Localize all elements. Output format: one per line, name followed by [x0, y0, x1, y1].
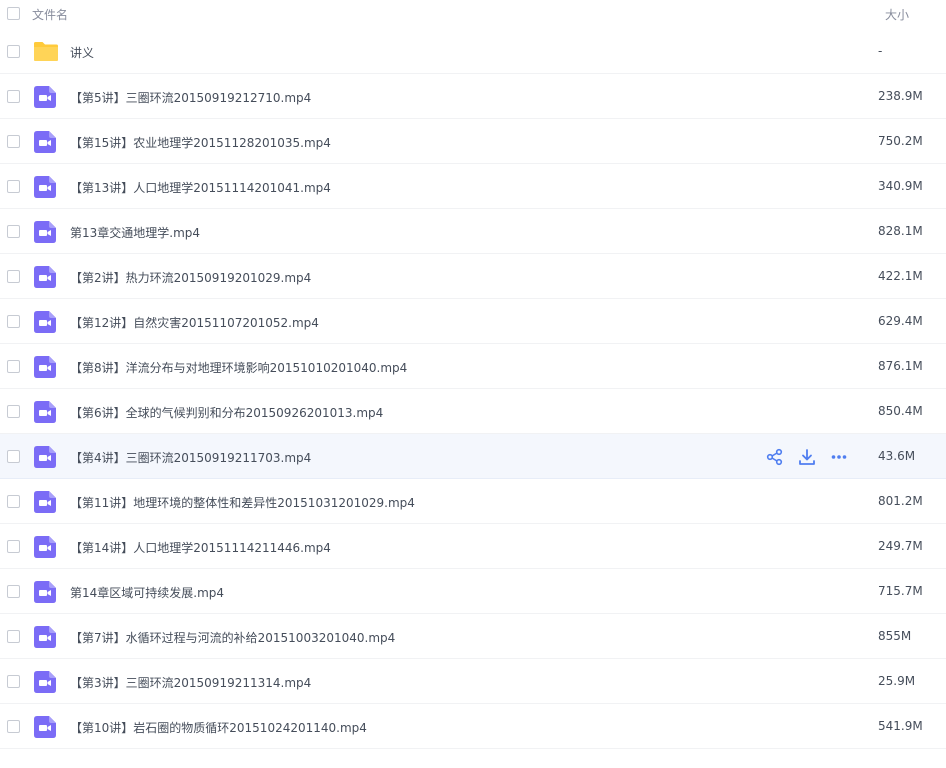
file-row[interactable]: 【第6讲】全球的气候判别和分布20150926201013.mp4 850.4M: [0, 389, 946, 434]
video-file-icon: [34, 131, 58, 153]
file-row[interactable]: 【第8讲】洋流分布与对地理环境影响20151010201040.mp4 876.1…: [0, 344, 946, 389]
row-checkbox[interactable]: [7, 45, 20, 58]
video-file-icon: [34, 536, 58, 558]
more-icon[interactable]: [830, 448, 848, 466]
file-name-link[interactable]: 【第3讲】三圈环流20150919211314.mp4: [70, 674, 311, 691]
share-icon[interactable]: [766, 448, 784, 466]
file-name-link[interactable]: 【第6讲】全球的气候判别和分布20150926201013.mp4: [70, 404, 383, 421]
file-size: 850.4M: [878, 404, 923, 418]
row-checkbox[interactable]: [7, 180, 20, 193]
file-size: 249.7M: [878, 539, 923, 553]
file-name-link[interactable]: 【第8讲】洋流分布与对地理环境影响20151010201040.mp4: [70, 359, 407, 376]
file-name-link[interactable]: 【第5讲】三圈环流20150919212710.mp4: [70, 89, 311, 106]
video-file-icon: [34, 266, 58, 288]
row-checkbox[interactable]: [7, 270, 20, 283]
row-checkbox[interactable]: [7, 135, 20, 148]
video-file-icon: [34, 221, 58, 243]
video-file-icon: [34, 491, 58, 513]
video-file-icon: [34, 671, 58, 693]
file-name-link[interactable]: 【第4讲】三圈环流20150919211703.mp4: [70, 449, 311, 466]
file-row[interactable]: 【第11讲】地理环境的整体性和差异性20151031201029.mp4 801.…: [0, 479, 946, 524]
row-checkbox[interactable]: [7, 720, 20, 733]
folder-row[interactable]: 讲义 -: [0, 29, 946, 74]
row-checkbox[interactable]: [7, 495, 20, 508]
column-header-filename[interactable]: 文件名: [32, 6, 68, 23]
file-name-link[interactable]: 【第12讲】自然灾害20151107201052.mp4: [70, 314, 319, 331]
file-name-link[interactable]: 【第13讲】人口地理学20151114201041.mp4: [70, 179, 331, 196]
video-file-icon: [34, 446, 58, 468]
row-checkbox[interactable]: [7, 630, 20, 643]
video-file-icon: [34, 626, 58, 648]
list-header: 文件名 大小: [0, 0, 946, 29]
file-size: 43.6M: [878, 449, 916, 463]
file-name-link[interactable]: 第13章交通地理学.mp4: [70, 224, 200, 241]
file-size: 422.1M: [878, 269, 923, 283]
row-actions: [766, 448, 848, 466]
file-size: 238.9M: [878, 89, 923, 103]
folder-icon: [33, 40, 58, 62]
row-checkbox[interactable]: [7, 360, 20, 373]
file-name-link[interactable]: 【第10讲】岩石圈的物质循环20151024201140.mp4: [70, 719, 367, 736]
video-file-icon: [34, 356, 58, 378]
video-file-icon: [34, 176, 58, 198]
video-file-icon: [34, 401, 58, 423]
file-size: 828.1M: [878, 224, 923, 238]
file-name-link[interactable]: 【第7讲】水循环过程与河流的补给20151003201040.mp4: [70, 629, 395, 646]
download-icon[interactable]: [798, 448, 816, 466]
row-checkbox[interactable]: [7, 90, 20, 103]
file-row[interactable]: 【第10讲】岩石圈的物质循环20151024201140.mp4 541.9M: [0, 704, 946, 749]
file-size: 629.4M: [878, 314, 923, 328]
file-name-link[interactable]: 【第15讲】农业地理学20151128201035.mp4: [70, 134, 331, 151]
row-checkbox[interactable]: [7, 450, 20, 463]
row-checkbox[interactable]: [7, 315, 20, 328]
file-row[interactable]: 【第2讲】热力环流20150919201029.mp4 422.1M: [0, 254, 946, 299]
file-row[interactable]: 【第4讲】三圈环流20150919211703.mp4 43.6M: [0, 434, 946, 479]
row-checkbox[interactable]: [7, 585, 20, 598]
row-checkbox[interactable]: [7, 540, 20, 553]
file-size: 801.2M: [878, 494, 923, 508]
select-all-checkbox[interactable]: [7, 7, 20, 20]
file-name-link[interactable]: 【第11讲】地理环境的整体性和差异性20151031201029.mp4: [70, 494, 415, 511]
video-file-icon: [34, 716, 58, 738]
file-size: 750.2M: [878, 134, 923, 148]
video-file-icon: [34, 581, 58, 603]
file-size: 876.1M: [878, 359, 923, 373]
file-list: 讲义 - 【第5讲】三圈环流20150919212710.mp4 238.9M 【第15…: [0, 29, 946, 749]
file-row[interactable]: 第14章区域可持续发展.mp4 715.7M: [0, 569, 946, 614]
file-row[interactable]: 【第13讲】人口地理学20151114201041.mp4 340.9M: [0, 164, 946, 209]
row-checkbox[interactable]: [7, 225, 20, 238]
video-file-icon: [34, 86, 58, 108]
row-checkbox[interactable]: [7, 675, 20, 688]
video-file-icon: [34, 311, 58, 333]
file-name-link[interactable]: 【第2讲】热力环流20150919201029.mp4: [70, 269, 311, 286]
file-name-link[interactable]: 【第14讲】人口地理学20151114211446.mp4: [70, 539, 331, 556]
column-header-size[interactable]: 大小: [885, 6, 909, 23]
file-row[interactable]: 【第5讲】三圈环流20150919212710.mp4 238.9M: [0, 74, 946, 119]
file-size: 715.7M: [878, 584, 923, 598]
file-size: -: [878, 44, 883, 58]
file-row[interactable]: 第13章交通地理学.mp4 828.1M: [0, 209, 946, 254]
file-size: 855M: [878, 629, 912, 643]
file-size: 541.9M: [878, 719, 923, 733]
file-row[interactable]: 【第7讲】水循环过程与河流的补给20151003201040.mp4 855M: [0, 614, 946, 659]
file-row[interactable]: 【第14讲】人口地理学20151114211446.mp4 249.7M: [0, 524, 946, 569]
file-size: 340.9M: [878, 179, 923, 193]
file-name-link[interactable]: 第14章区域可持续发展.mp4: [70, 584, 224, 601]
file-size: 25.9M: [878, 674, 916, 688]
file-row[interactable]: 【第3讲】三圈环流20150919211314.mp4 25.9M: [0, 659, 946, 704]
file-name-link[interactable]: 讲义: [70, 44, 94, 61]
row-checkbox[interactable]: [7, 405, 20, 418]
file-row[interactable]: 【第15讲】农业地理学20151128201035.mp4 750.2M: [0, 119, 946, 164]
file-row[interactable]: 【第12讲】自然灾害20151107201052.mp4 629.4M: [0, 299, 946, 344]
